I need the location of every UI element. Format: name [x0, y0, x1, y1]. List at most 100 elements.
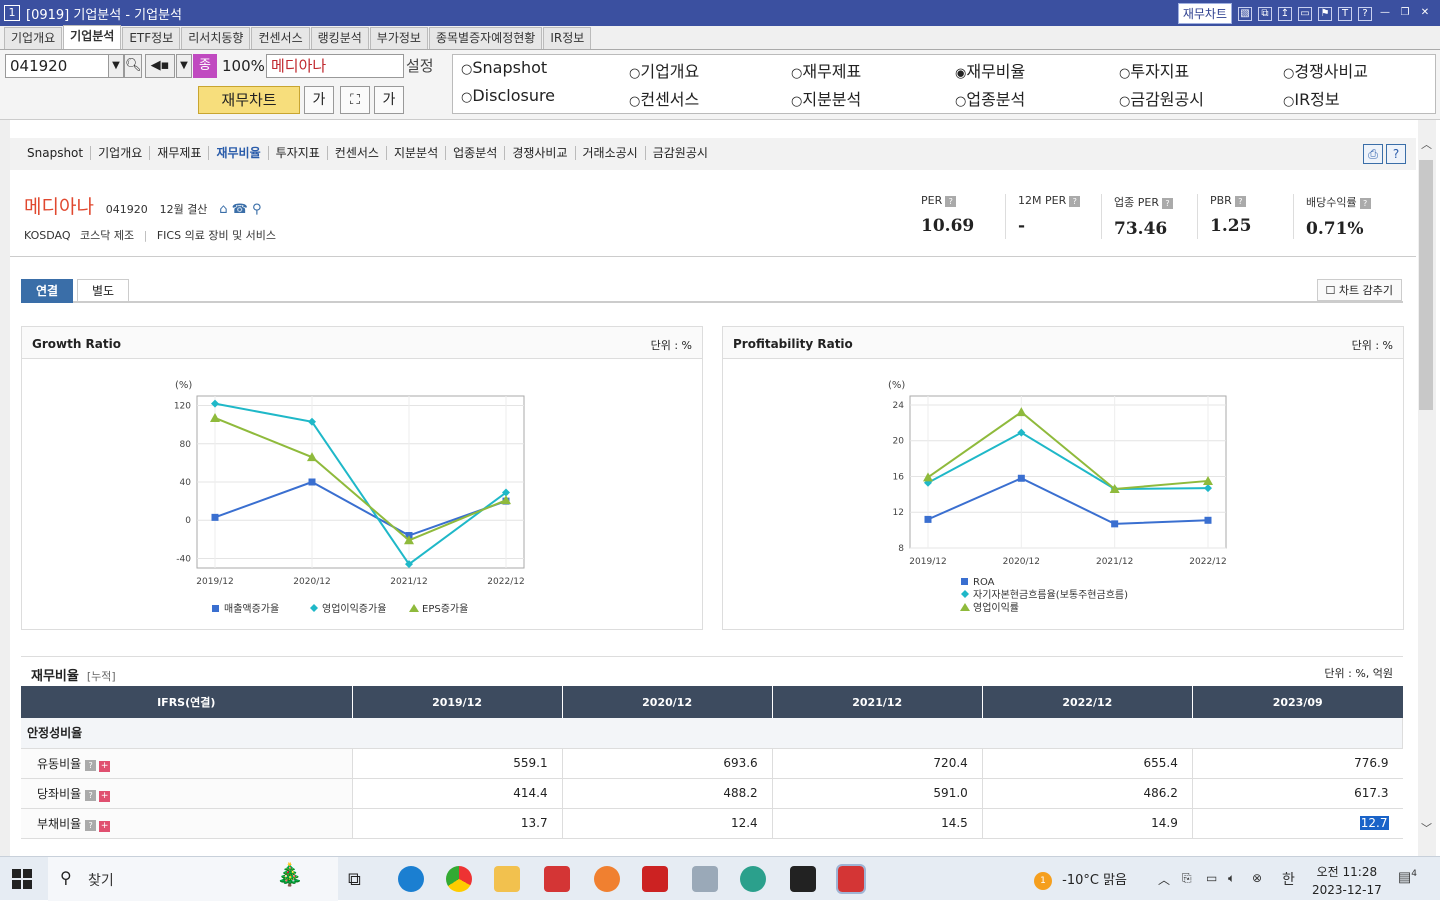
- help-icon[interactable]: ?: [85, 789, 97, 801]
- font-decrease-button[interactable]: 가: [304, 86, 334, 114]
- chevron-up-icon[interactable]: ︿: [1158, 871, 1170, 888]
- tab-ir[interactable]: IR정보: [543, 27, 592, 49]
- hide-chart-button[interactable]: ☐ 차트 감추기: [1316, 279, 1402, 301]
- print-icon[interactable]: ⎙: [1363, 144, 1383, 164]
- app-icon[interactable]: [740, 866, 766, 892]
- usb-icon[interactable]: ⎘: [1182, 871, 1192, 886]
- stock-name-field[interactable]: 메디아나: [266, 54, 404, 78]
- clock[interactable]: 오전 11:28 2023-12-17: [1312, 863, 1382, 899]
- app-icon[interactable]: [642, 866, 668, 892]
- speaker-dropdown-button[interactable]: ▼: [176, 54, 192, 78]
- help-icon[interactable]: ?: [1386, 144, 1406, 164]
- radio-option[interactable]: ◉재무비율: [955, 58, 1025, 82]
- radio-option[interactable]: ○지분분석: [791, 86, 861, 110]
- calculator-icon[interactable]: [692, 866, 718, 892]
- task-view-icon[interactable]: ⧉: [348, 869, 374, 895]
- finchart-chip[interactable]: 재무차트: [1177, 3, 1232, 24]
- nav-item[interactable]: 기업개요: [91, 146, 151, 160]
- tile-icon[interactable]: ⧉: [1258, 6, 1272, 21]
- tab-extra[interactable]: 부가정보: [369, 27, 428, 49]
- nav-item[interactable]: 컨센서스: [328, 146, 387, 160]
- chrome-icon[interactable]: [446, 866, 472, 892]
- notification-icon[interactable]: ▤4: [1398, 869, 1417, 886]
- speaker-icon[interactable]: ◀▪: [145, 54, 175, 78]
- fit-icon[interactable]: ⛶: [340, 86, 370, 114]
- radio-option[interactable]: ○금감원공시: [1119, 86, 1204, 110]
- file-explorer-icon[interactable]: [494, 866, 520, 892]
- radio-option[interactable]: ○기업개요: [629, 58, 699, 82]
- nav-item[interactable]: 금감원공시: [646, 146, 715, 160]
- volume-icon[interactable]: 🔈︎: [1228, 871, 1235, 886]
- stock-badge[interactable]: 종: [193, 54, 217, 78]
- chart-icon[interactable]: ▧: [1238, 6, 1252, 21]
- radio-option[interactable]: ○경쟁사비교: [1283, 58, 1368, 82]
- help-icon[interactable]: ?: [1069, 196, 1081, 207]
- tab-company-overview[interactable]: 기업개요: [4, 27, 63, 49]
- windows-start-icon[interactable]: [12, 869, 32, 889]
- radio-option[interactable]: ○IR정보: [1283, 86, 1340, 110]
- expand-icon[interactable]: +: [99, 820, 111, 832]
- tab-ranking[interactable]: 랭킹분석: [310, 27, 369, 49]
- nav-item[interactable]: 업종분석: [446, 146, 506, 160]
- nav-item[interactable]: 지분분석: [387, 146, 447, 160]
- code-dropdown-button[interactable]: ▼: [108, 54, 124, 78]
- tab-consensus[interactable]: 컨센서스: [251, 27, 310, 49]
- taskbar-search[interactable]: ⚲ 찾기 🎄: [48, 857, 338, 901]
- tab-separate[interactable]: 별도: [77, 279, 130, 303]
- mute-icon[interactable]: ⊗: [1252, 871, 1262, 885]
- scroll-down-icon[interactable]: ﹀: [1421, 820, 1432, 836]
- radio-option[interactable]: ○재무제표: [791, 58, 861, 82]
- expand-icon[interactable]: +: [99, 760, 111, 772]
- help-icon[interactable]: ?: [1358, 6, 1372, 21]
- vertical-scrollbar[interactable]: ︿ ﹀: [1418, 120, 1436, 856]
- edge-icon[interactable]: [398, 866, 424, 892]
- map-pin-icon[interactable]: ⚲: [252, 202, 262, 217]
- radio-option[interactable]: ○투자지표: [1119, 58, 1189, 82]
- flag-icon[interactable]: ⚑: [1318, 6, 1332, 21]
- restore-icon[interactable]: ❐: [1398, 7, 1412, 21]
- help-icon[interactable]: ?: [1161, 198, 1173, 209]
- close-icon[interactable]: ✕: [1418, 7, 1432, 21]
- font-increase-button[interactable]: 가: [374, 86, 404, 114]
- nav-item[interactable]: 경쟁사비교: [505, 146, 576, 160]
- nav-item[interactable]: 재무비율: [209, 146, 269, 160]
- tab-etf[interactable]: ETF정보: [122, 27, 181, 49]
- help-icon[interactable]: ?: [945, 196, 957, 207]
- pin-icon[interactable]: ↥: [1278, 6, 1292, 21]
- minimize-icon[interactable]: —: [1378, 7, 1392, 21]
- weather[interactable]: 1 -10°C 맑음: [1034, 869, 1127, 890]
- trading-app-active-icon[interactable]: [836, 864, 866, 894]
- tab-company-analysis[interactable]: 기업분석: [63, 25, 122, 49]
- help-icon[interactable]: ?: [85, 819, 97, 831]
- nav-item[interactable]: Snapshot: [20, 146, 92, 160]
- tab-capital-increase[interactable]: 종목별증자예정현황: [428, 27, 543, 49]
- nav-item[interactable]: 재무제표: [150, 146, 210, 160]
- settings-button[interactable]: 설정: [406, 54, 434, 78]
- expand-icon[interactable]: +: [99, 790, 111, 802]
- radio-option[interactable]: ○업종분석: [955, 86, 1025, 110]
- kakao-icon[interactable]: [594, 866, 620, 892]
- nav-item[interactable]: 투자지표: [269, 146, 328, 160]
- font-icon[interactable]: T: [1338, 6, 1352, 21]
- scroll-thumb[interactable]: [1419, 160, 1433, 410]
- radio-option[interactable]: ○컨센서스: [629, 86, 699, 110]
- radio-option[interactable]: ○Disclosure: [461, 86, 555, 105]
- finchart-button[interactable]: 재무차트: [198, 86, 300, 114]
- nav-item[interactable]: 거래소공시: [576, 146, 646, 160]
- trading-app-icon[interactable]: [544, 866, 570, 892]
- ime-indicator[interactable]: 한: [1282, 869, 1295, 889]
- radio-option[interactable]: ○Snapshot: [461, 58, 547, 77]
- help-icon[interactable]: ?: [85, 759, 97, 771]
- tab-consolidated[interactable]: 연결: [21, 279, 74, 303]
- network-icon[interactable]: ▭: [1206, 871, 1217, 885]
- stock-code-input[interactable]: 041920: [5, 54, 109, 78]
- help-icon[interactable]: ?: [1359, 198, 1371, 209]
- search-icon[interactable]: 🔍︎: [124, 54, 142, 78]
- help-icon[interactable]: ?: [1234, 196, 1246, 207]
- tab-research[interactable]: 리서치동향: [181, 27, 251, 49]
- phone-icon[interactable]: ☎: [232, 202, 248, 217]
- scroll-up-icon[interactable]: ︿: [1421, 136, 1432, 152]
- sticky-notes-icon[interactable]: [790, 866, 816, 892]
- home-icon[interactable]: ⌂: [219, 202, 227, 217]
- window-icon[interactable]: ▭: [1298, 6, 1312, 21]
